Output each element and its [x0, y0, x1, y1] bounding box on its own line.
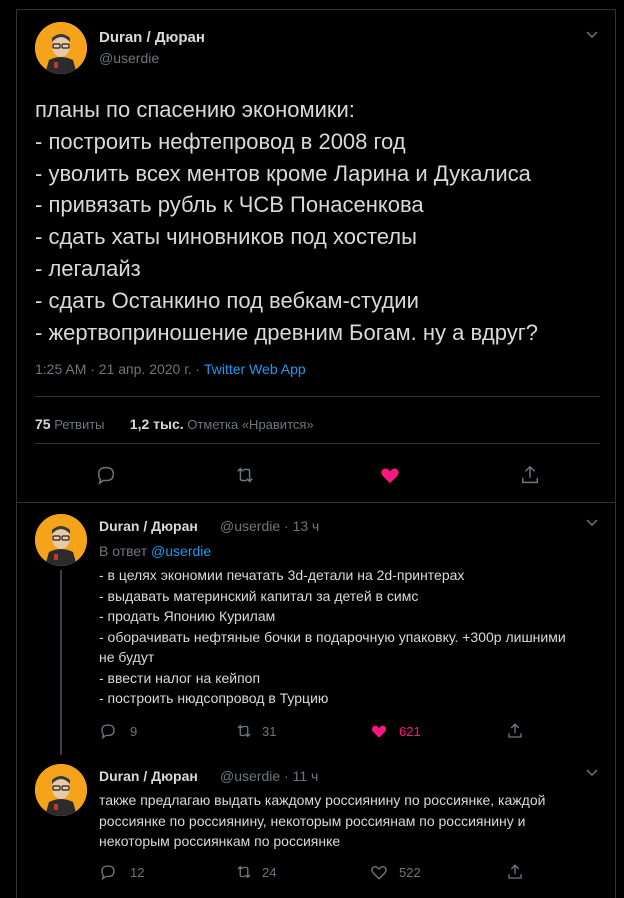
reply2-author-name[interactable]: Duran / Дюран	[99, 768, 198, 784]
retweet-icon[interactable]	[235, 722, 253, 740]
main-avatar[interactable]	[35, 22, 87, 74]
reply-count: 12	[130, 865, 145, 880]
reply-to-handle[interactable]: @userdie	[151, 543, 211, 559]
divider	[35, 443, 600, 444]
tweet-stats: 75 Ретвиты 1,2 тыс. Отметка «Нравится»	[35, 416, 314, 432]
like-icon[interactable]	[370, 863, 388, 881]
main-author-name[interactable]: Duran / Дюран	[99, 29, 205, 46]
reply-icon[interactable]	[95, 464, 117, 486]
retweet-icon[interactable]	[235, 863, 253, 881]
divider	[17, 502, 615, 503]
like-icon[interactable]	[370, 722, 388, 740]
divider	[35, 396, 600, 397]
main-tweet-text: планы по спасению экономики: - построить…	[35, 97, 538, 345]
share-icon[interactable]	[506, 722, 524, 740]
reply1-avatar[interactable]	[35, 514, 87, 566]
retweet-icon[interactable]	[234, 464, 256, 486]
reply1-author-name[interactable]: Duran / Дюран	[99, 518, 198, 534]
retweets-stat[interactable]: 75 Ретвиты	[35, 416, 105, 432]
reply-to-line: В ответ @userdie	[99, 543, 212, 559]
reply2-text: также предлагаю выдать каждому россиянин…	[99, 792, 546, 849]
reply-icon[interactable]	[99, 863, 117, 881]
retweet-count: 24	[262, 865, 277, 880]
thread-line	[60, 570, 62, 755]
like-count: 621	[399, 724, 421, 739]
chevron-down-icon[interactable]	[584, 26, 600, 42]
share-icon[interactable]	[519, 464, 541, 486]
tweet-timestamp[interactable]: 1:25 AM · 21 апр. 2020 г. ·	[35, 361, 204, 377]
retweet-count: 31	[262, 724, 277, 739]
reply1-handle[interactable]: @userdie · 13 ч	[220, 518, 319, 534]
reply-icon[interactable]	[99, 722, 117, 740]
reply2-handle[interactable]: @userdie · 11 ч	[220, 768, 318, 784]
reply2-avatar[interactable]	[35, 764, 87, 816]
chevron-down-icon[interactable]	[584, 514, 600, 530]
main-author-handle[interactable]: @userdie	[99, 50, 159, 66]
like-count: 522	[399, 865, 421, 880]
chevron-down-icon[interactable]	[584, 764, 600, 780]
tweet-meta: 1:25 AM · 21 апр. 2020 г. · Twitter Web …	[35, 361, 306, 377]
share-icon[interactable]	[506, 863, 524, 881]
reply-count: 9	[130, 724, 138, 739]
likes-stat[interactable]: 1,2 тыс. Отметка «Нравится»	[130, 416, 314, 432]
tweet-source[interactable]: Twitter Web App	[204, 361, 306, 377]
reply1-text: - в целях экономии печатать 3d-детали на…	[99, 567, 566, 706]
like-icon[interactable]	[379, 464, 401, 486]
